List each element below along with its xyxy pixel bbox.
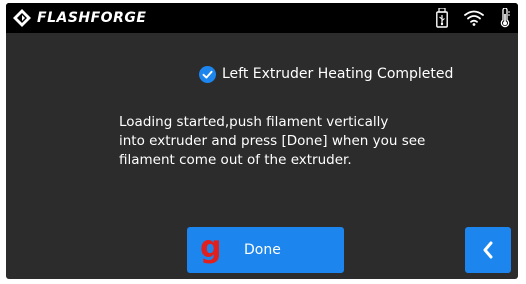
printer-screen: FLASHFORGE Left Extruder Heating Complet…: [6, 3, 518, 279]
status-icons: [436, 8, 510, 28]
check-circle-icon: [199, 65, 216, 83]
brand-logo: FLASHFORGE: [13, 9, 146, 27]
done-glyph: g: [200, 230, 222, 265]
heating-status-text: Left Extruder Heating Completed: [222, 66, 454, 82]
wifi-icon: [464, 10, 484, 26]
instruction-line: into extruder and press [Done] when you …: [119, 133, 426, 149]
loading-instructions: Loading started,push filament vertically…: [119, 113, 479, 170]
back-button[interactable]: [465, 227, 511, 273]
chevron-left-icon: [481, 240, 495, 260]
top-bar: FLASHFORGE: [6, 3, 518, 33]
done-button-label: Done: [244, 242, 281, 258]
brand-name: FLASHFORGE: [37, 10, 147, 26]
done-button[interactable]: g Done: [187, 227, 344, 273]
heating-status: Left Extruder Heating Completed: [199, 64, 453, 84]
flashforge-logo-icon: [13, 9, 31, 27]
instruction-line: Loading started,push filament vertically: [119, 114, 389, 130]
instruction-line: filament come out of the extruder.: [119, 152, 352, 168]
thermometer-icon: [500, 8, 510, 28]
usb-drive-icon: [436, 8, 448, 28]
